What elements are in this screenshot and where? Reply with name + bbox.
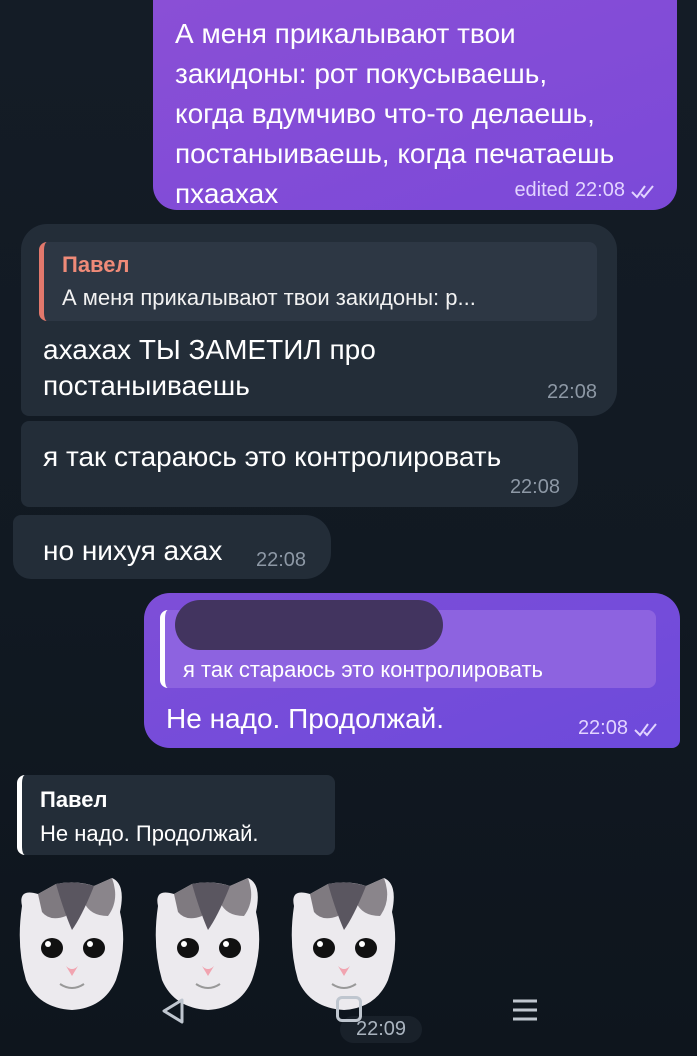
message-time: 22:08 (256, 549, 307, 571)
crying-cat-icon[interactable] (16, 876, 128, 1016)
double-check-icon (634, 722, 657, 737)
message-time: 22:08 (574, 179, 625, 201)
reply-text: Не надо. Продолжай. (40, 821, 259, 846)
sticker-reply-quote[interactable]: Павел Не надо. Продолжай. (17, 775, 335, 855)
message-time: 22:08 (509, 476, 560, 498)
message-meta: 22:08 (578, 717, 660, 740)
message-meta: edited 22:08 (514, 179, 657, 202)
reply-text: я так стараюсь это контролировать (183, 657, 544, 682)
reply-quote[interactable]: Павел А меня прикалывают твои закидоны: … (39, 242, 597, 321)
home-square-icon[interactable] (336, 996, 362, 1022)
message-text: Не надо. Продолжай. (166, 703, 445, 734)
message-text: я так стараюсь это контролировать (43, 441, 502, 472)
crying-cat-icon[interactable] (152, 876, 264, 1016)
redacted-author (175, 600, 443, 650)
message-bubble-incoming[interactable]: Павел А меня прикалывают твои закидоны: … (21, 224, 617, 416)
message-bubble-outgoing[interactable]: А меня прикалывают твои закидоны: рот по… (153, 0, 677, 210)
reply-quote[interactable]: я так стараюсь это контролировать (160, 600, 656, 688)
message-bubble-incoming[interactable]: но нихуя ахах 22:08 (13, 515, 331, 579)
reply-author: Павел (62, 252, 130, 277)
message-time: 22:08 (546, 381, 597, 403)
double-check-icon (631, 184, 654, 199)
message-bubble-incoming[interactable]: я так стараюсь это контролировать 22:08 (21, 421, 578, 507)
message-time: 22:08 (577, 717, 628, 739)
crying-cat-icon[interactable] (288, 876, 400, 1016)
reply-author: Павел (40, 787, 108, 812)
message-bubble-outgoing[interactable]: я так стараюсь это контролировать Не над… (144, 593, 680, 748)
reply-text: А меня прикалывают твои закидоны: р... (62, 285, 476, 310)
message-text: но нихуя ахах (43, 535, 223, 566)
back-triangle-icon[interactable] (158, 996, 188, 1026)
edited-label: edited (514, 179, 569, 201)
message-text: ахахах ТЫ ЗАМЕТИЛ про постаныиваешь (43, 334, 376, 401)
menu-lines-icon[interactable] (512, 998, 538, 1022)
